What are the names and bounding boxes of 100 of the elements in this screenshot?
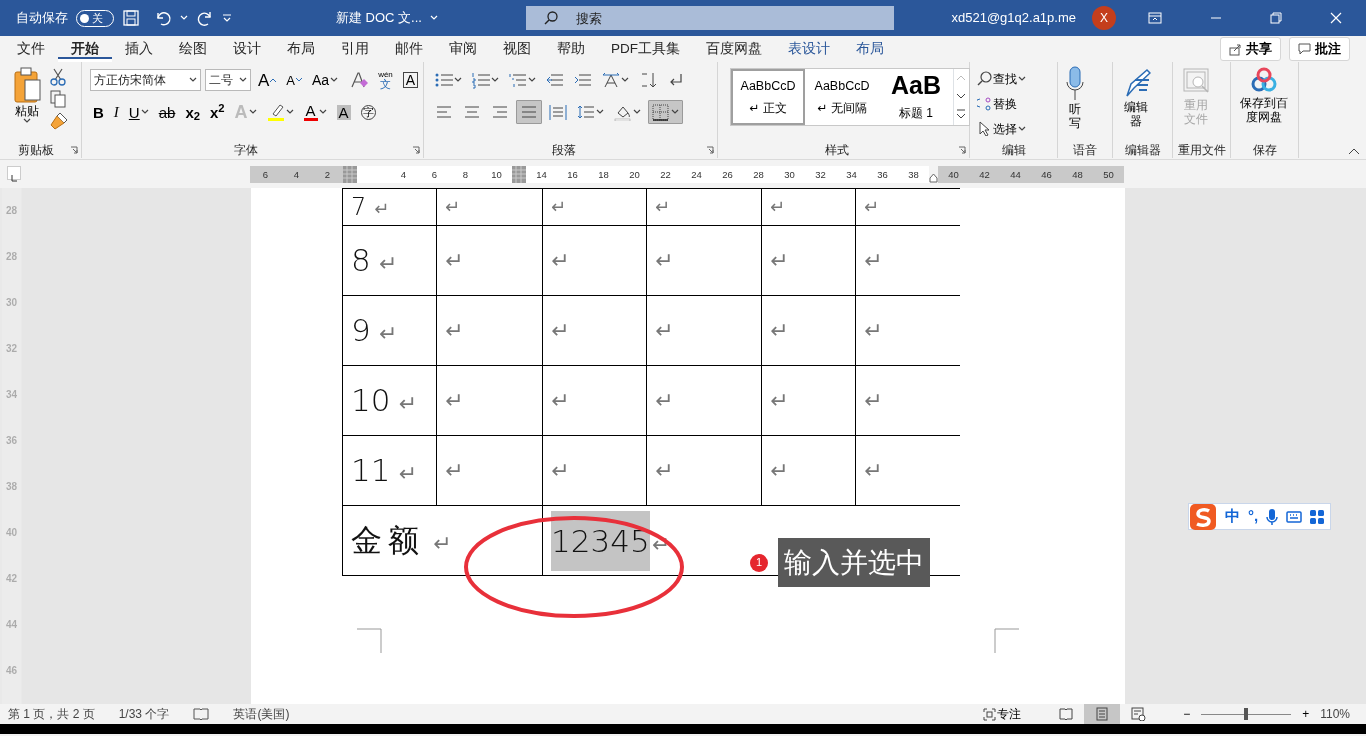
ribbon-tab[interactable]: 绘图 [166, 36, 220, 62]
zoom-slider-thumb[interactable] [1244, 708, 1249, 720]
borders-button[interactable] [648, 100, 683, 124]
input-mode[interactable]: 中 [1225, 505, 1240, 528]
zoom-out-button[interactable]: − [1180, 705, 1194, 723]
dialog-launcher-icon[interactable] [958, 146, 966, 154]
group-label: 样式 [823, 142, 850, 158]
character-shading-button[interactable]: A [333, 100, 354, 124]
ribbon-tab[interactable]: 审阅 [436, 36, 490, 62]
ruler-number: 36 [876, 167, 889, 182]
multilevel-list-icon [509, 71, 527, 89]
shrink-font-button[interactable]: A [283, 68, 305, 92]
ribbon-tab[interactable]: 布局 [274, 36, 328, 62]
tab-selector[interactable] [7, 166, 21, 180]
annotation-label: 输入并选中 [778, 538, 930, 587]
replace-button[interactable]: 替换 [974, 93, 1029, 114]
dictate-button[interactable]: 听写 [1062, 64, 1088, 141]
subscript-button[interactable]: x$_{2}$ [182, 100, 203, 124]
caret-up-icon [270, 78, 277, 82]
grid-icon[interactable] [1310, 509, 1325, 524]
ruler-number: 32 [5, 343, 18, 355]
focus-button[interactable]: 专注 [980, 704, 1025, 724]
table-cell: 金额 ↵ [342, 505, 543, 576]
ruler-number: 26 [721, 167, 734, 182]
ribbon-display-icon[interactable] [1148, 12, 1162, 24]
ribbon-tab[interactable]: 表设计 [775, 36, 843, 62]
grow-font-button[interactable]: A [255, 68, 280, 92]
style-item[interactable]: AaBbCcD ↵ 正文 [731, 69, 805, 125]
ruler-number: 2 [323, 167, 332, 182]
undo-icon[interactable] [154, 9, 172, 27]
restore-icon[interactable] [1270, 12, 1282, 24]
ribbon-tab[interactable]: 开始 [58, 36, 112, 62]
italic-button[interactable]: I [110, 100, 122, 124]
table-cell: 11 ↵ [342, 435, 437, 506]
find-button[interactable]: 查找 [974, 68, 1029, 89]
microphone-icon[interactable] [1266, 507, 1279, 526]
ribbon-tab[interactable]: PDF工具集 [598, 36, 693, 62]
font-color-button[interactable]: A [300, 100, 330, 124]
table-cell: ↵ [542, 188, 647, 226]
cut-icon[interactable] [50, 68, 66, 86]
ruler-number: 42 [5, 573, 18, 585]
ribbon-tab[interactable]: 设计 [220, 36, 274, 62]
select-button[interactable]: 选择 [974, 118, 1029, 139]
print-layout-button[interactable] [1084, 704, 1121, 724]
word-count[interactable]: 1/33 个字 [118, 705, 170, 723]
font-name-field[interactable]: 方正仿宋简体 [90, 69, 201, 91]
document-title[interactable]: 新建 DOC 文... [288, 8, 422, 28]
collapse-ribbon-icon[interactable] [1348, 147, 1360, 155]
ribbon-tab[interactable]: 百度网盘 [693, 36, 775, 62]
ruler-number: 48 [1071, 167, 1084, 182]
ribbon-tab[interactable]: 视图 [490, 36, 544, 62]
ribbon-tab[interactable]: 引用 [328, 36, 382, 62]
ribbon-tab[interactable]: 帮助 [544, 36, 598, 62]
table-cell: 10 ↵ [342, 365, 437, 436]
ruler-number: 40 [5, 527, 18, 539]
group-label: 重用文件 [1177, 142, 1226, 158]
punctuation-mode[interactable]: °, [1248, 505, 1259, 528]
keyboard-icon[interactable] [1286, 510, 1303, 523]
ribbon-tab[interactable]: 邮件 [382, 36, 436, 62]
redo-icon[interactable] [196, 9, 214, 27]
paste-button[interactable]: 粘贴 [8, 64, 46, 141]
save-to-cloud-button[interactable]: 保存到百度网盘 [1235, 64, 1294, 141]
table-cell: ↵ [436, 225, 543, 296]
chevron-down-icon [454, 77, 462, 83]
ruler-number: 18 [597, 167, 610, 182]
change-case-button[interactable]: Aa [309, 68, 342, 92]
share-button[interactable]: 共享 [1220, 37, 1281, 61]
superscript-button[interactable]: x$^{2}$ [207, 100, 228, 124]
zoom-in-button[interactable]: + [1299, 705, 1313, 723]
save-icon[interactable] [122, 9, 140, 27]
dialog-launcher-icon[interactable] [706, 146, 714, 154]
format-painter-icon[interactable] [50, 112, 68, 130]
ime-logo-icon[interactable] [1189, 502, 1217, 531]
ribbon-tab[interactable]: 布局 [843, 36, 897, 62]
table-cell: ↵ [436, 295, 543, 366]
character-border-button[interactable]: A [399, 68, 422, 92]
close-icon[interactable] [1330, 12, 1342, 24]
ribbon-tab[interactable]: 文件 [4, 36, 58, 62]
page-count[interactable]: 第 1 页，共 2 页 [8, 705, 95, 723]
distributed-icon [549, 103, 567, 121]
copy-icon[interactable] [50, 90, 66, 108]
ribbon-tab[interactable]: 插入 [112, 36, 166, 62]
language[interactable]: 英语(美国) [233, 705, 290, 723]
table-cell: ↵ [646, 225, 762, 296]
comments-button[interactable]: 批注 [1289, 37, 1350, 61]
search-field[interactable]: 搜索 [525, 6, 894, 30]
dialog-launcher-icon[interactable] [412, 146, 420, 154]
customize-icon[interactable] [222, 13, 232, 23]
dialog-launcher-icon[interactable] [70, 146, 78, 154]
enclose-character-button[interactable]: 字 [357, 100, 379, 124]
bold-button[interactable]: B [90, 100, 107, 124]
proofing-book-icon[interactable] [193, 707, 210, 721]
strikethrough-button[interactable]: ab [155, 100, 179, 124]
underline-button[interactable]: U [125, 100, 152, 124]
group-label: 保存 [1251, 142, 1278, 158]
zoom-level[interactable]: 110% [1320, 705, 1350, 723]
editor-button[interactable]: 编辑器 [1117, 64, 1155, 141]
font-size-field[interactable]: 二号 [205, 69, 251, 91]
phonetic-guide-button[interactable]: wén 文 [375, 68, 396, 92]
avatar[interactable]: X [1092, 6, 1116, 30]
